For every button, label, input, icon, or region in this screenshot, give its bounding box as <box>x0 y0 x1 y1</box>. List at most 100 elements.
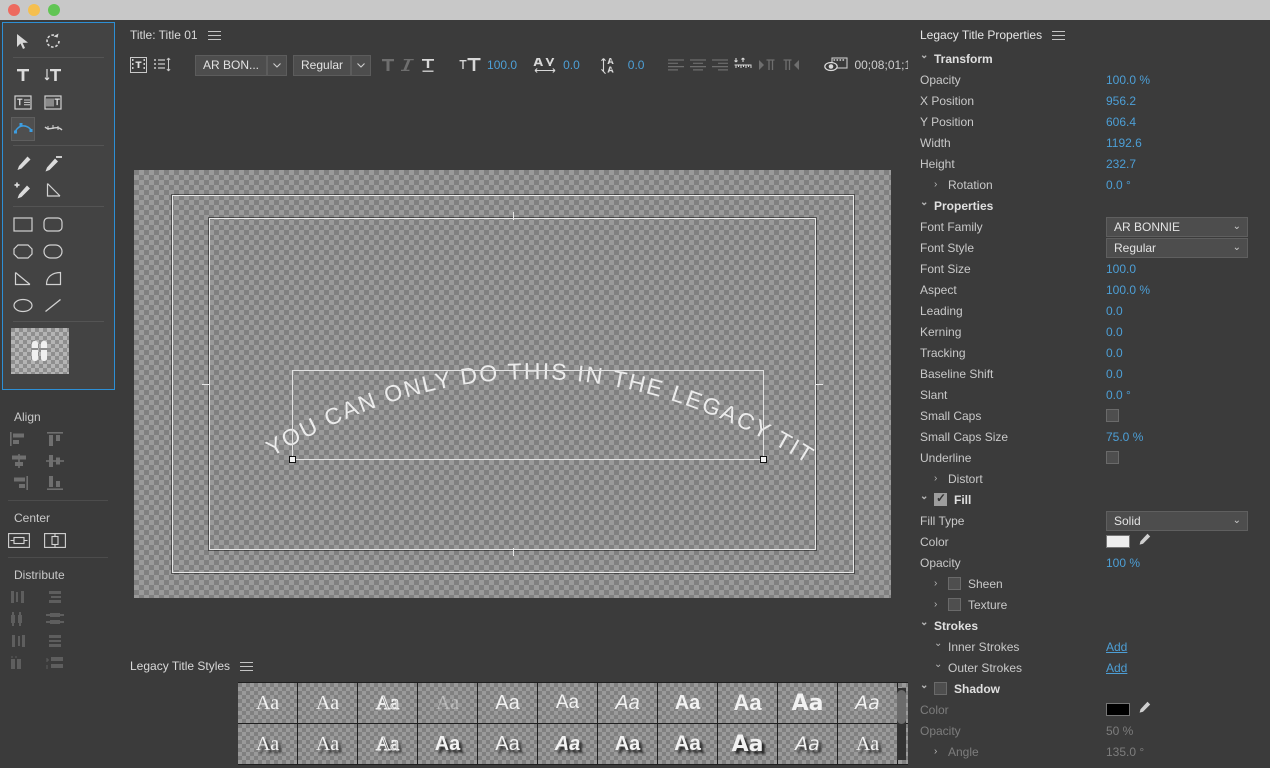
distribute-left-button[interactable] <box>8 588 30 606</box>
show-background-video-icon[interactable] <box>130 54 147 76</box>
property-value[interactable]: 135.0 ° <box>1106 745 1144 759</box>
property-value[interactable]: 100.0 % <box>1106 283 1150 297</box>
style-swatch[interactable]: Aa <box>538 724 598 765</box>
style-swatch[interactable]: Aa <box>718 724 778 765</box>
chevron-down-icon[interactable]: ⌄ <box>920 50 934 61</box>
close-window-button[interactable] <box>8 4 20 16</box>
center-vertically-button[interactable] <box>44 531 66 549</box>
property-value[interactable]: 100.0 <box>1106 262 1136 276</box>
rounded-rectangle-tool[interactable] <box>41 239 65 263</box>
style-swatch[interactable]: Aa <box>838 683 898 724</box>
underline-icon[interactable] <box>421 54 435 76</box>
fill-color-swatch[interactable] <box>11 328 69 374</box>
font-style-dropdown[interactable]: Regular ⌄ <box>1106 237 1248 258</box>
property-value[interactable]: 50 % <box>1106 724 1133 738</box>
style-swatch[interactable]: Aa <box>718 683 778 724</box>
path-type-tool[interactable] <box>11 117 35 141</box>
chevron-down-icon[interactable]: ⌄ <box>920 617 934 628</box>
distribute-center-horizontally-button[interactable] <box>8 610 30 628</box>
align-left-icon[interactable] <box>668 54 685 76</box>
font-style-dropdown-arrow[interactable] <box>351 54 372 76</box>
zoom-window-button[interactable] <box>48 4 60 16</box>
property-value[interactable]: 956.2 <box>1106 94 1136 108</box>
selection-tool[interactable] <box>11 29 35 53</box>
roll-crawl-options-icon[interactable] <box>153 54 171 76</box>
distribute-bottom-button[interactable] <box>44 632 66 650</box>
background-video-icon[interactable] <box>824 54 849 76</box>
style-swatch[interactable]: Aa <box>418 683 478 724</box>
style-swatch[interactable]: Aa <box>538 683 598 724</box>
style-swatch[interactable]: Aa <box>778 683 838 724</box>
eyedropper-icon[interactable] <box>1137 533 1151 550</box>
color-swatch[interactable] <box>1106 535 1130 548</box>
font-family-dropdown-arrow[interactable] <box>267 54 288 76</box>
distribute-right-button[interactable] <box>8 632 30 650</box>
distribute-even-horizontal-spacing-button[interactable] <box>8 654 30 672</box>
property-value[interactable]: 100 % <box>1106 556 1140 570</box>
hamburger-menu-icon[interactable] <box>1052 28 1066 43</box>
leading-value[interactable]: 0.0 <box>628 58 645 72</box>
property-value[interactable]: 0.0 ° <box>1106 388 1131 402</box>
font-family-combo[interactable]: AR BON... <box>195 54 268 76</box>
property-value[interactable]: 0.0 <box>1106 304 1123 318</box>
property-group-shadow[interactable]: ⌄ Shadow <box>908 678 1270 699</box>
property-value[interactable]: 232.7 <box>1106 157 1136 171</box>
center-horizontally-button[interactable] <box>8 531 30 549</box>
fill-checkbox[interactable] <box>934 491 947 506</box>
property-value[interactable]: 100.0 % <box>1106 73 1150 87</box>
line-tool[interactable] <box>41 293 65 317</box>
chevron-right-icon[interactable]: › <box>934 599 948 610</box>
small-caps-checkbox[interactable] <box>1106 409 1119 422</box>
chevron-down-icon[interactable]: ⌄ <box>920 680 934 691</box>
style-swatch[interactable]: Aa <box>598 683 658 724</box>
property-value[interactable]: 0.0 ° <box>1106 178 1131 192</box>
chevron-down-icon[interactable]: ⌄ <box>920 491 934 502</box>
style-swatch[interactable]: Aa <box>838 724 898 765</box>
vertical-path-type-tool[interactable] <box>41 117 65 141</box>
align-vertical-top-button[interactable] <box>44 430 66 448</box>
style-swatch[interactable]: Aa <box>478 683 538 724</box>
align-horizontal-left-button[interactable] <box>8 430 30 448</box>
chevron-right-icon[interactable]: › <box>934 179 948 190</box>
property-value[interactable]: 75.0 % <box>1106 430 1143 444</box>
style-swatch[interactable]: Aa <box>598 724 658 765</box>
style-swatch[interactable]: Aa <box>418 724 478 765</box>
chevron-right-icon[interactable]: › <box>934 746 948 757</box>
rotation-tool[interactable] <box>41 29 65 53</box>
styles-scrollbar-thumb[interactable] <box>897 690 906 724</box>
align-vertical-center-button[interactable] <box>44 452 66 470</box>
convert-anchor-point-tool[interactable] <box>41 178 65 202</box>
align-center-icon[interactable] <box>690 54 707 76</box>
distribute-top-button[interactable] <box>44 588 66 606</box>
property-group-transform[interactable]: ⌄ Transform <box>908 48 1270 69</box>
property-value[interactable]: 0.0 <box>1106 367 1123 381</box>
vertical-type-tool[interactable] <box>41 63 65 87</box>
text-bounding-box[interactable] <box>289 370 767 463</box>
kerning-value[interactable]: 0.0 <box>563 58 580 72</box>
arc-tool[interactable] <box>41 266 65 290</box>
font-size-value[interactable]: 100.0 <box>487 58 517 72</box>
property-value[interactable]: 606.4 <box>1106 115 1136 129</box>
tab-stops-icon[interactable] <box>734 54 752 76</box>
resize-handle-bottom-left[interactable] <box>289 456 296 463</box>
chevron-right-icon[interactable]: › <box>934 473 948 484</box>
font-style-combo[interactable]: Regular <box>293 54 352 76</box>
texture-checkbox[interactable] <box>948 598 961 611</box>
clipped-corner-rectangle-tool[interactable] <box>11 239 35 263</box>
type-tool[interactable] <box>11 63 35 87</box>
style-swatch[interactable]: Aa <box>358 724 418 765</box>
fill-type-dropdown[interactable]: Solid ⌄ <box>1106 510 1248 531</box>
font-size-icon[interactable] <box>459 54 481 76</box>
property-group-fill[interactable]: ⌄ Fill <box>908 489 1270 510</box>
hamburger-menu-icon[interactable] <box>240 659 254 674</box>
delete-anchor-point-tool[interactable] <box>41 151 65 175</box>
align-right-icon[interactable] <box>712 54 729 76</box>
property-value[interactable]: 0.0 <box>1106 346 1123 360</box>
add-stroke-link[interactable]: Add <box>1106 661 1127 675</box>
style-swatch[interactable]: Aa <box>778 724 838 765</box>
kerning-icon[interactable] <box>533 54 557 76</box>
align-vertical-bottom-button[interactable] <box>44 474 66 492</box>
property-group-properties[interactable]: ⌄ Properties <box>908 195 1270 216</box>
style-swatch[interactable]: Aa <box>478 724 538 765</box>
align-horizontal-right-button[interactable] <box>8 474 30 492</box>
